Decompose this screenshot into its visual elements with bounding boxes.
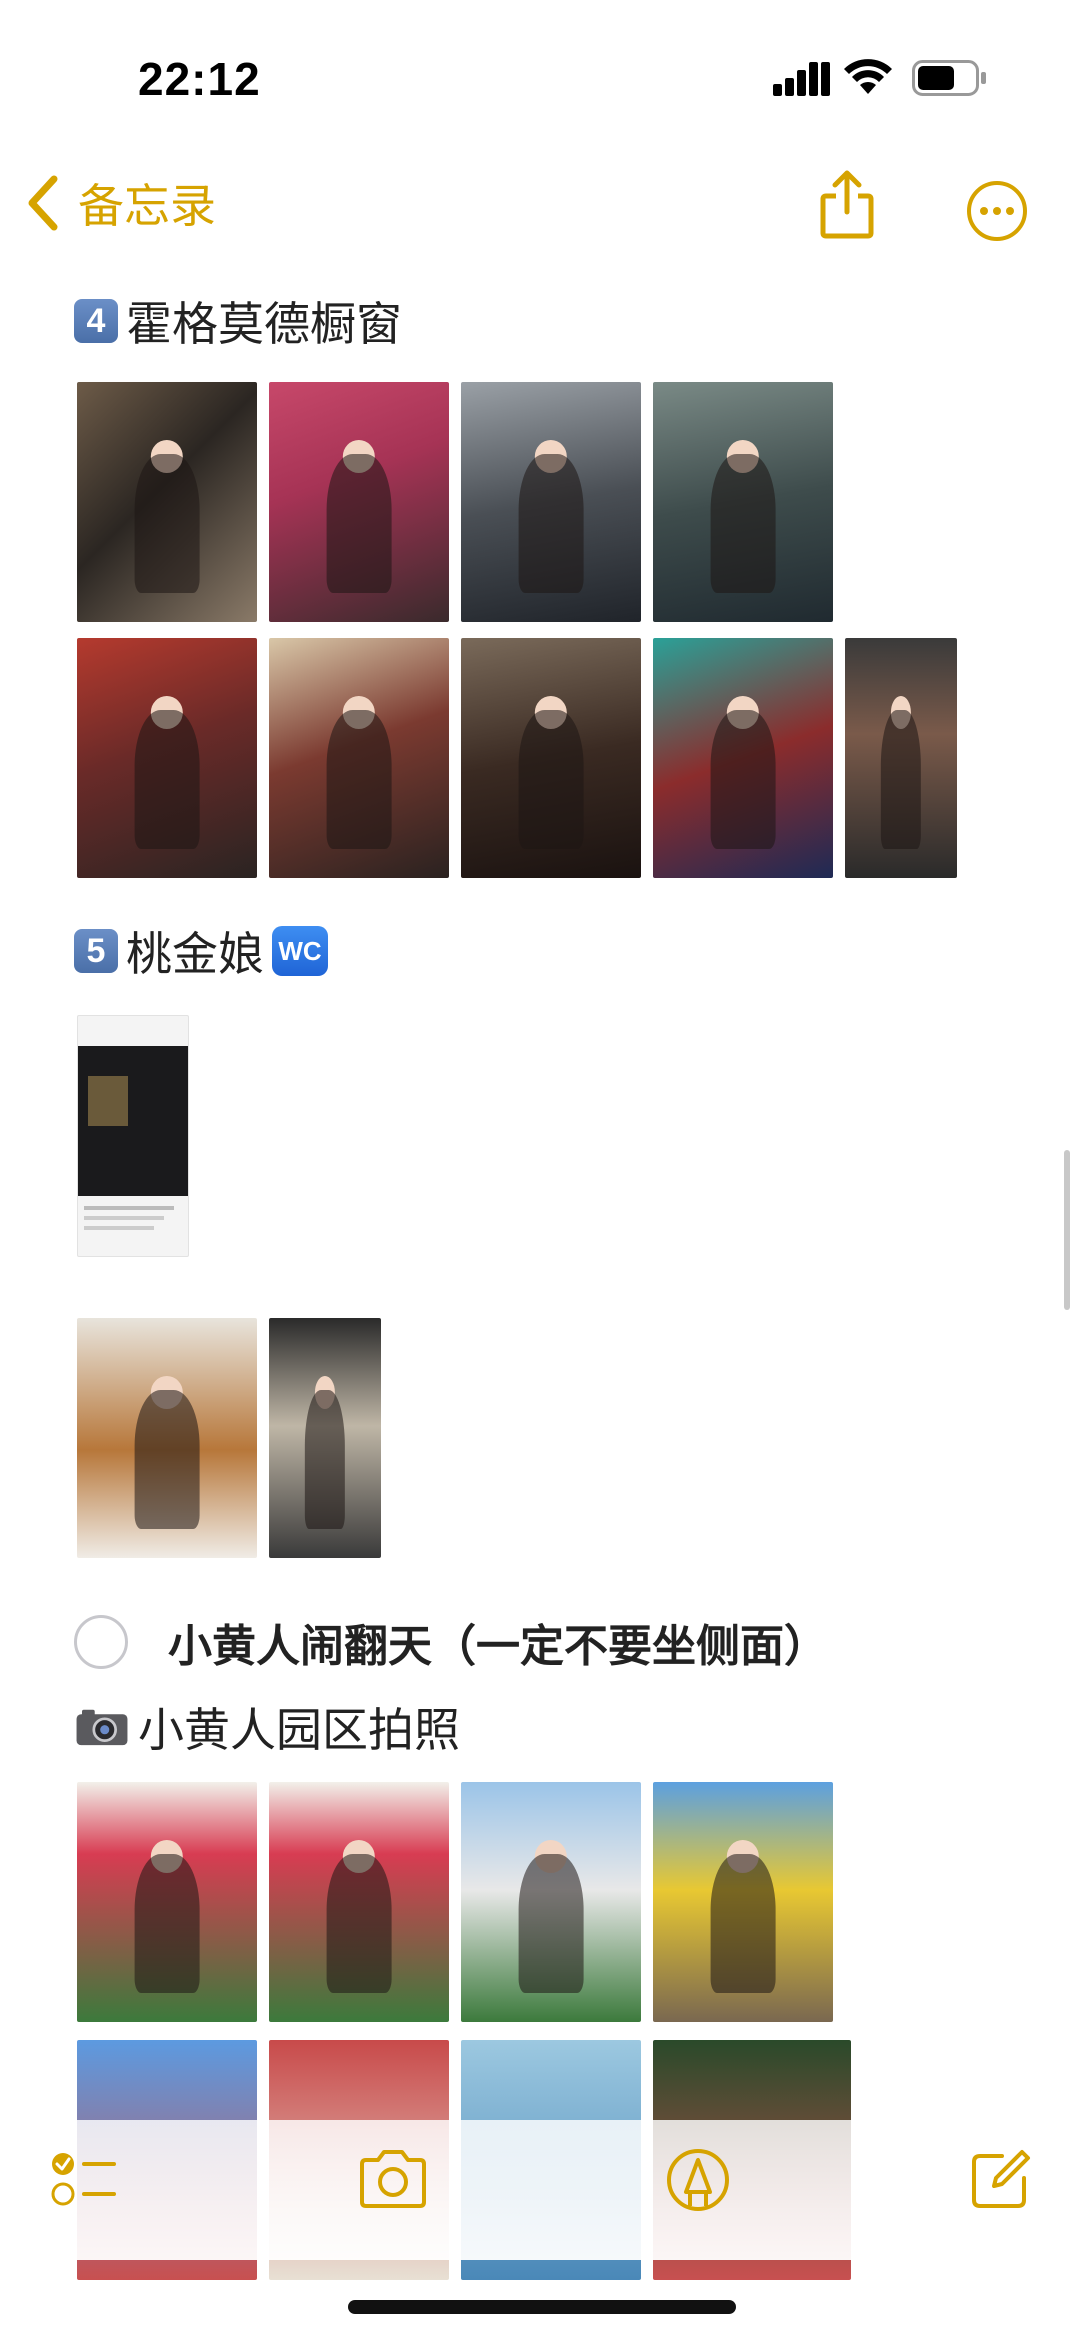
cellular-signal-icon xyxy=(773,62,830,96)
camera-emoji-icon xyxy=(76,1709,128,1746)
photo-section-heading: 小黄人园区拍照 xyxy=(74,1694,460,1760)
section-heading-5: 5 桃金娘 WC xyxy=(74,918,328,984)
wifi-icon xyxy=(844,59,892,94)
screenshot-thumbnail[interactable] xyxy=(269,1318,381,1558)
checklist-item-text[interactable]: 小黄人闹翻天（一定不要坐侧面） xyxy=(168,1610,828,1674)
checklist-icon[interactable] xyxy=(50,2148,120,2212)
photo-thumbnail[interactable] xyxy=(653,382,833,622)
compose-icon[interactable] xyxy=(968,2148,1032,2212)
ellipsis-circle-icon[interactable] xyxy=(966,180,1028,242)
back-label: 备忘录 xyxy=(78,179,216,233)
photo-thumbnail[interactable] xyxy=(269,1782,449,2022)
section-title: 小黄人园区拍照 xyxy=(138,1703,460,1757)
section-heading-4: 4 霍格莫德橱窗 xyxy=(74,288,402,354)
bottom-toolbar xyxy=(0,2120,1080,2260)
battery-icon xyxy=(912,60,986,96)
share-icon[interactable] xyxy=(818,170,876,240)
section-title: 桃金娘 xyxy=(126,927,264,981)
photo-thumbnail[interactable] xyxy=(653,638,833,878)
photo-thumbnail[interactable] xyxy=(77,382,257,622)
markup-pen-icon[interactable] xyxy=(666,2148,730,2212)
photo-thumbnail[interactable] xyxy=(461,638,641,878)
wc-badge: WC xyxy=(272,926,328,976)
home-indicator[interactable] xyxy=(348,2300,736,2314)
checkbox[interactable] xyxy=(74,1615,128,1669)
photo-thumbnail[interactable] xyxy=(269,638,449,878)
checklist-item: 小黄人闹翻天（一定不要坐侧面） xyxy=(74,1610,828,1674)
status-time: 22:12 xyxy=(138,53,261,105)
photo-thumbnail[interactable] xyxy=(653,1782,833,2022)
photo-thumbnail[interactable] xyxy=(461,382,641,622)
camera-icon[interactable] xyxy=(356,2148,430,2210)
keycap-badge: 4 xyxy=(74,299,118,343)
status-bar: 22:12 xyxy=(0,0,1080,150)
photo-thumbnail[interactable] xyxy=(77,638,257,878)
back-button[interactable]: 备忘录 xyxy=(24,170,216,236)
photo-thumbnail[interactable] xyxy=(77,1782,257,2022)
keycap-badge: 5 xyxy=(74,929,118,973)
photo-thumbnail[interactable] xyxy=(269,382,449,622)
section-title: 霍格莫德橱窗 xyxy=(126,297,402,351)
photo-thumbnail[interactable] xyxy=(461,1782,641,2022)
screenshot-thumbnail[interactable] xyxy=(845,638,957,878)
scroll-indicator[interactable] xyxy=(1064,1150,1070,1310)
photo-thumbnail[interactable] xyxy=(77,1318,257,1558)
screenshot-thumbnail[interactable] xyxy=(77,1015,189,1257)
navigation-bar: 备忘录 xyxy=(0,170,1080,250)
chevron-left-icon xyxy=(28,175,58,231)
